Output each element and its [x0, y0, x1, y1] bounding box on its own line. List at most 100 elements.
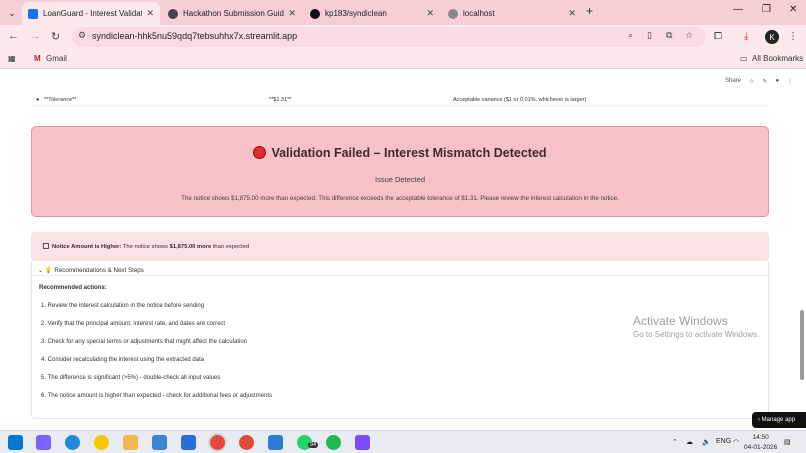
- status-subtitle: Issue Detected: [374, 175, 426, 184]
- language-indicator[interactable]: ENG: [716, 438, 731, 445]
- github-favicon-icon: [310, 8, 320, 19]
- validation-status-box: Validation Failed – Interest Mismatch De…: [31, 126, 769, 217]
- notice-amount: $1,875.00 more: [169, 244, 212, 250]
- close-tab-icon[interactable]: ✕: [426, 8, 434, 19]
- notice-post: than expected: [211, 244, 250, 250]
- share-button[interactable]: Share: [725, 78, 741, 85]
- close-window-icon[interactable]: ✕: [789, 4, 797, 15]
- clock-time: 14:50: [752, 434, 769, 441]
- tab-localhost[interactable]: localhost ✕: [442, 2, 582, 25]
- mail-icon[interactable]: [181, 435, 196, 450]
- loanguard-favicon-icon: [28, 8, 38, 19]
- install-icon[interactable]: ⧉: [666, 30, 672, 41]
- notice-alert: Notice Amount is Higher: The notice show…: [31, 232, 769, 261]
- table-cell-field: **Tolerance**: [44, 97, 77, 103]
- expander-title-text: Recommendations & Next Steps: [54, 267, 144, 274]
- bookmark-gmail[interactable]: Gmail: [46, 54, 67, 63]
- expander-header[interactable]: ⌄ 💡 Recommendations & Next Steps: [32, 262, 768, 276]
- lightbulb-icon: 💡: [44, 267, 53, 274]
- page-scrollbar[interactable]: [800, 310, 804, 380]
- list-item: 2. Verify that the principal amount, int…: [41, 321, 226, 327]
- status-title: Validation Failed – Interest Mismatch De…: [32, 146, 768, 160]
- close-tab-icon[interactable]: ✕: [146, 8, 154, 19]
- tab-title: LoanGuard - Interest Validator: [43, 9, 143, 18]
- browser-toolbar: ← → ↻ ⚙ syndiclean-hhk5nu59qdq7tebsuhhx7…: [0, 25, 806, 49]
- close-tab-icon[interactable]: ✕: [288, 8, 296, 19]
- zoom-icon[interactable]: ⌕: [628, 30, 633, 41]
- windows-start-icon[interactable]: [8, 435, 23, 450]
- copilot-icon[interactable]: [36, 435, 51, 450]
- windows-taskbar: 94 ⌃ ☁ 🔈 ENG ◠ 14:50 04-01-2026 ▤: [0, 430, 806, 453]
- menu-icon[interactable]: ⋮: [788, 31, 798, 42]
- tab-github[interactable]: kp183/syndiclean ✕: [304, 2, 440, 25]
- chrome-icon[interactable]: [210, 435, 225, 450]
- tab-title: localhost: [463, 9, 495, 18]
- minimize-icon[interactable]: —: [733, 4, 743, 15]
- globe-favicon-icon: [168, 8, 178, 19]
- folder-icon: ▭: [740, 54, 748, 63]
- chrome-profile-icon[interactable]: [239, 435, 254, 450]
- profile-avatar[interactable]: K: [765, 30, 779, 44]
- url-text: syndiclean-hhk5nu59qdq7tebsuhhx7x.stream…: [92, 31, 298, 41]
- list-item: 1. Review the interest calculation in th…: [41, 303, 205, 309]
- close-tab-icon[interactable]: ✕: [568, 8, 576, 19]
- chevron-down-icon: ⌄: [38, 267, 44, 274]
- streamlit-page: Share ☆ ✎ ● ⋮ ● **Tolerance** **$1.31** …: [0, 70, 806, 430]
- gmail-icon: M: [34, 54, 41, 63]
- recommendations-expander: ⌄ 💡 Recommendations & Next Steps Recomme…: [31, 262, 769, 419]
- spotify-icon[interactable]: [326, 435, 341, 450]
- back-icon[interactable]: ←: [8, 30, 19, 42]
- notifications-icon[interactable]: ▤: [784, 438, 791, 446]
- address-bar[interactable]: ⚙ syndiclean-hhk5nu59qdq7tebsuhhx7x.stre…: [72, 27, 706, 47]
- checkbox-icon: [43, 243, 49, 249]
- activate-windows-subtitle: Go to Settings to activate Windows.: [633, 330, 760, 339]
- list-item: 6. The notice amount is higher than expe…: [41, 393, 273, 399]
- new-tab-icon[interactable]: +: [586, 4, 593, 18]
- site-info-icon[interactable]: ⚙: [78, 30, 86, 41]
- tray-chevron-icon[interactable]: ⌃: [672, 438, 678, 446]
- list-item: 5. The difference is significant (>5%) -…: [41, 375, 221, 381]
- browser-tab-strip: ⌄ LoanGuard - Interest Validator ✕ Hacka…: [0, 0, 806, 25]
- manage-app-button[interactable]: ‹ Manage app: [752, 412, 806, 428]
- red-circle-icon: [253, 146, 267, 159]
- vscode-icon[interactable]: [268, 435, 283, 450]
- tab-search-chevron-icon[interactable]: ⌄: [4, 5, 20, 21]
- extensions-icon[interactable]: ⧠: [714, 31, 722, 42]
- bookmark-star-icon[interactable]: ☆: [685, 30, 693, 41]
- store-icon[interactable]: [152, 435, 167, 450]
- all-bookmarks[interactable]: All Bookmarks: [752, 54, 803, 63]
- star-icon[interactable]: ☆: [749, 78, 754, 85]
- table-row: ● **Tolerance** **$1.31** Acceptable var…: [32, 95, 768, 106]
- manage-app-label: Manage app: [761, 417, 796, 423]
- tab-title: Hackathon Submission Guidelines: [183, 9, 284, 18]
- edge-icon[interactable]: [65, 435, 80, 450]
- reload-icon[interactable]: ↻: [51, 30, 60, 43]
- tab-hackathon[interactable]: Hackathon Submission Guidelines ✕: [162, 2, 302, 25]
- tab-loanguard[interactable]: LoanGuard - Interest Validator ✕: [22, 2, 160, 25]
- wifi-icon[interactable]: ◠: [733, 438, 739, 446]
- file-explorer-icon[interactable]: [123, 435, 138, 450]
- cloud-icon[interactable]: ☁: [686, 438, 693, 446]
- edit-icon[interactable]: ✎: [762, 78, 767, 85]
- forward-icon[interactable]: →: [30, 30, 41, 42]
- app-icon[interactable]: [355, 435, 370, 450]
- emoji-icon: ●: [36, 97, 40, 103]
- notice-bold: Notice Amount is Higher:: [52, 244, 122, 250]
- tab-title: kp183/syndiclean: [325, 9, 387, 18]
- streamlit-header: Share ☆ ✎ ● ⋮: [725, 78, 793, 85]
- list-item: 4. Consider recalculating the interest u…: [41, 357, 205, 363]
- system-clock[interactable]: 14:50 04-01-2026: [744, 433, 777, 453]
- snapchat-icon[interactable]: [94, 435, 109, 450]
- status-message: The notice shows $1,875.00 more than exp…: [181, 195, 619, 202]
- speaker-icon[interactable]: 🔈: [702, 438, 711, 446]
- globe-favicon-icon: [448, 8, 458, 19]
- table-cell-value: **$1.31**: [269, 97, 292, 103]
- page-icon[interactable]: ▯: [647, 30, 652, 41]
- download-icon[interactable]: ⤓: [744, 31, 748, 42]
- restore-icon[interactable]: ❐: [762, 4, 771, 15]
- more-icon[interactable]: ⋮: [787, 78, 793, 85]
- notice-text: Notice Amount is Higher: The notice show…: [43, 243, 249, 250]
- github-icon[interactable]: ●: [775, 78, 779, 85]
- list-item: 3. Check for any special terms or adjust…: [41, 339, 247, 345]
- apps-grid-icon[interactable]: ▦: [8, 54, 16, 63]
